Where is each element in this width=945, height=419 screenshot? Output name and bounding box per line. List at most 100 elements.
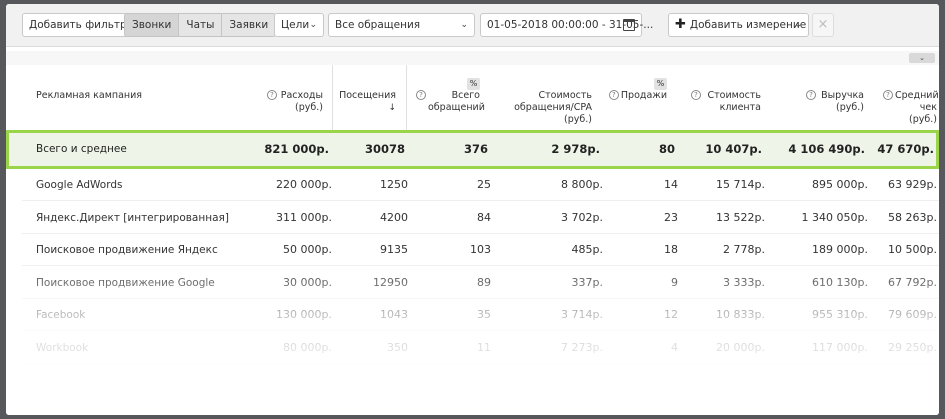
column-label: Рекламная кампания: [36, 90, 142, 101]
table-row[interactable]: Яндекс.Директ [интегрированная] 311 000р.…: [22, 202, 939, 234]
table-cell: 29 250р.: [888, 340, 937, 354]
table-cell: 1043: [380, 308, 408, 321]
column-header-costs[interactable]: ? Расходы (руб.): [251, 65, 333, 131]
table-cell: 4200: [380, 210, 408, 224]
campaign-name[interactable]: Поисковое продвижение Яндекс: [36, 234, 218, 266]
help-icon[interactable]: ?: [806, 90, 816, 100]
tab-requests[interactable]: Заявки: [222, 13, 277, 37]
column-label: Стоимость клиента: [707, 90, 762, 113]
toolbar: Добавить фильтр Звонки Чаты Заявки Цели …: [6, 4, 939, 47]
table-cell: 23: [664, 210, 678, 224]
help-icon[interactable]: ?: [267, 90, 277, 100]
table-cell: 25: [477, 178, 491, 191]
table-cell: 84: [477, 210, 491, 224]
table-cell: 58 263р.: [888, 210, 937, 224]
column-label: Посещения: [339, 90, 396, 101]
table-row[interactable]: Facebook 130 000р. 1043 35 3 714р. 12 10 833р.…: [22, 299, 939, 331]
table-cell: 9: [671, 275, 678, 289]
table-cell: 610 130р.: [812, 275, 868, 289]
table-cell: 13 522р.: [716, 210, 765, 224]
help-icon[interactable]: ?: [608, 90, 619, 100]
tab-calls[interactable]: Звонки: [124, 13, 180, 37]
column-label-wrap: ? Продажи: [608, 90, 667, 102]
table-row[interactable]: Поисковое продвижение Google 30 000р. 1295…: [22, 267, 939, 299]
column-header-revenue[interactable]: ? Выручка (руб.): [771, 65, 874, 131]
help-icon[interactable]: ?: [883, 90, 893, 100]
table-header: Рекламная кампания ? Расходы (руб.) Посещ…: [6, 65, 939, 131]
campaign-name[interactable]: Google AdWords: [36, 169, 123, 201]
table-cell: 35: [477, 308, 491, 321]
table-cell: 3 702р.: [561, 210, 603, 224]
table-cell: 89: [477, 275, 491, 289]
campaign-name[interactable]: Яндекс.Директ [интегрированная]: [36, 202, 229, 234]
table-strip: [6, 51, 939, 65]
table-cell: 8 800р.: [561, 178, 603, 191]
column-label-wrap: Посещения ↓: [339, 90, 396, 114]
table-row[interactable]: Google AdWords 220 000р. 1250 25 8 800р. 14 15…: [22, 169, 939, 201]
column-label-wrap: ? Стоимость клиента: [691, 90, 761, 114]
goals-dropdown[interactable]: Цели ⌄: [274, 13, 324, 37]
add-dimension-button[interactable]: ✚ Добавить измерение ⌄: [668, 13, 809, 37]
column-header-client-cost[interactable]: ? Стоимость клиента: [677, 65, 771, 131]
percent-toggle[interactable]: %: [467, 78, 480, 90]
column-label: Выручка (руб.): [821, 90, 864, 113]
table-cell: 80 000р.: [283, 340, 332, 354]
requests-select-value: Все обращения: [335, 19, 421, 31]
column-header-total-requests[interactable]: % ? Всего обращений: [407, 65, 490, 131]
column-header-visits[interactable]: Посещения ↓: [332, 65, 407, 131]
plus-icon: ✚: [675, 17, 686, 32]
report-window: Добавить фильтр Звонки Чаты Заявки Цели …: [6, 4, 939, 415]
table-cell: 67 792р.: [888, 275, 937, 289]
campaign-name[interactable]: Поисковое продвижение Google: [36, 267, 215, 299]
goals-label: Цели: [281, 19, 310, 31]
table-row[interactable]: Поисковое продвижение Яндекс 50 000р. 9135…: [22, 234, 939, 266]
column-label: Продажи: [620, 90, 667, 101]
total-requests: 376: [463, 142, 488, 156]
total-avg-check: 47 670р.: [877, 142, 934, 156]
table-cell: 18: [664, 243, 678, 256]
channel-tabs: Звонки Чаты Заявки: [124, 13, 277, 37]
table-cell: 20 000р.: [716, 340, 765, 354]
collapse-toggle[interactable]: ⌄: [909, 53, 935, 63]
table-cell: 9135: [380, 243, 408, 256]
percent-toggle[interactable]: %: [654, 78, 667, 90]
chevron-down-icon: ⌄: [460, 20, 468, 30]
table-cell: 7 273р.: [561, 340, 603, 354]
table-cell: 10 833р.: [716, 308, 765, 321]
total-costs: 821 000р.: [264, 142, 329, 156]
column-header-sales[interactable]: % ? Продажи: [602, 65, 677, 131]
column-label: Расходы (руб.): [280, 90, 323, 113]
column-label: Средний чек (руб.): [895, 90, 939, 125]
column-header-cpa[interactable]: Стоимость обращения/CPA (руб.): [490, 65, 602, 131]
table-cell: 350: [387, 340, 408, 354]
table-row[interactable]: Workbook 80 000р. 350 11 7 273р. 4 20 000р. 117…: [22, 332, 939, 364]
requests-select[interactable]: Все обращения ⌄: [328, 13, 475, 37]
tab-chats[interactable]: Чаты: [179, 13, 223, 37]
total-row: Всего и среднее 821 000р. 30078 376 2 97…: [6, 130, 939, 169]
table-cell: 3 714р.: [561, 308, 603, 321]
help-icon[interactable]: ?: [416, 90, 426, 100]
table-cell: 130 000р.: [276, 308, 332, 321]
column-header-avg-check[interactable]: ? Средний чек (руб.): [874, 65, 939, 131]
table-cell: 15 714р.: [716, 178, 765, 191]
table-cell: 311 000р.: [276, 210, 332, 224]
add-filter-button[interactable]: Добавить фильтр: [22, 13, 134, 37]
table-cell: 14: [664, 178, 678, 191]
help-icon[interactable]: ?: [691, 90, 701, 100]
table-cell: 1 340 050р.: [801, 210, 868, 224]
table-cell: 3 333р.: [723, 275, 765, 289]
table-cell: 103: [470, 243, 491, 256]
sort-arrow-down-icon: ↓: [388, 103, 396, 113]
table-cell: 117 000р.: [812, 340, 868, 354]
table-cell: 220 000р.: [276, 178, 332, 191]
close-icon[interactable]: ×: [812, 13, 834, 37]
column-header-campaign[interactable]: Рекламная кампания: [6, 65, 251, 131]
date-range-picker[interactable]: 01-05-2018 00:00:00 - 31-05-...: [480, 13, 653, 37]
campaign-name[interactable]: Facebook: [36, 299, 85, 331]
table-cell: 485р.: [571, 243, 603, 256]
table-cell: 11: [477, 340, 491, 354]
column-label-wrap: Стоимость обращения/CPA (руб.): [512, 90, 592, 126]
campaign-name[interactable]: Workbook: [36, 332, 88, 364]
column-label-wrap: ? Всего обращений: [416, 90, 485, 114]
total-client-cost: 10 407р.: [705, 142, 762, 156]
